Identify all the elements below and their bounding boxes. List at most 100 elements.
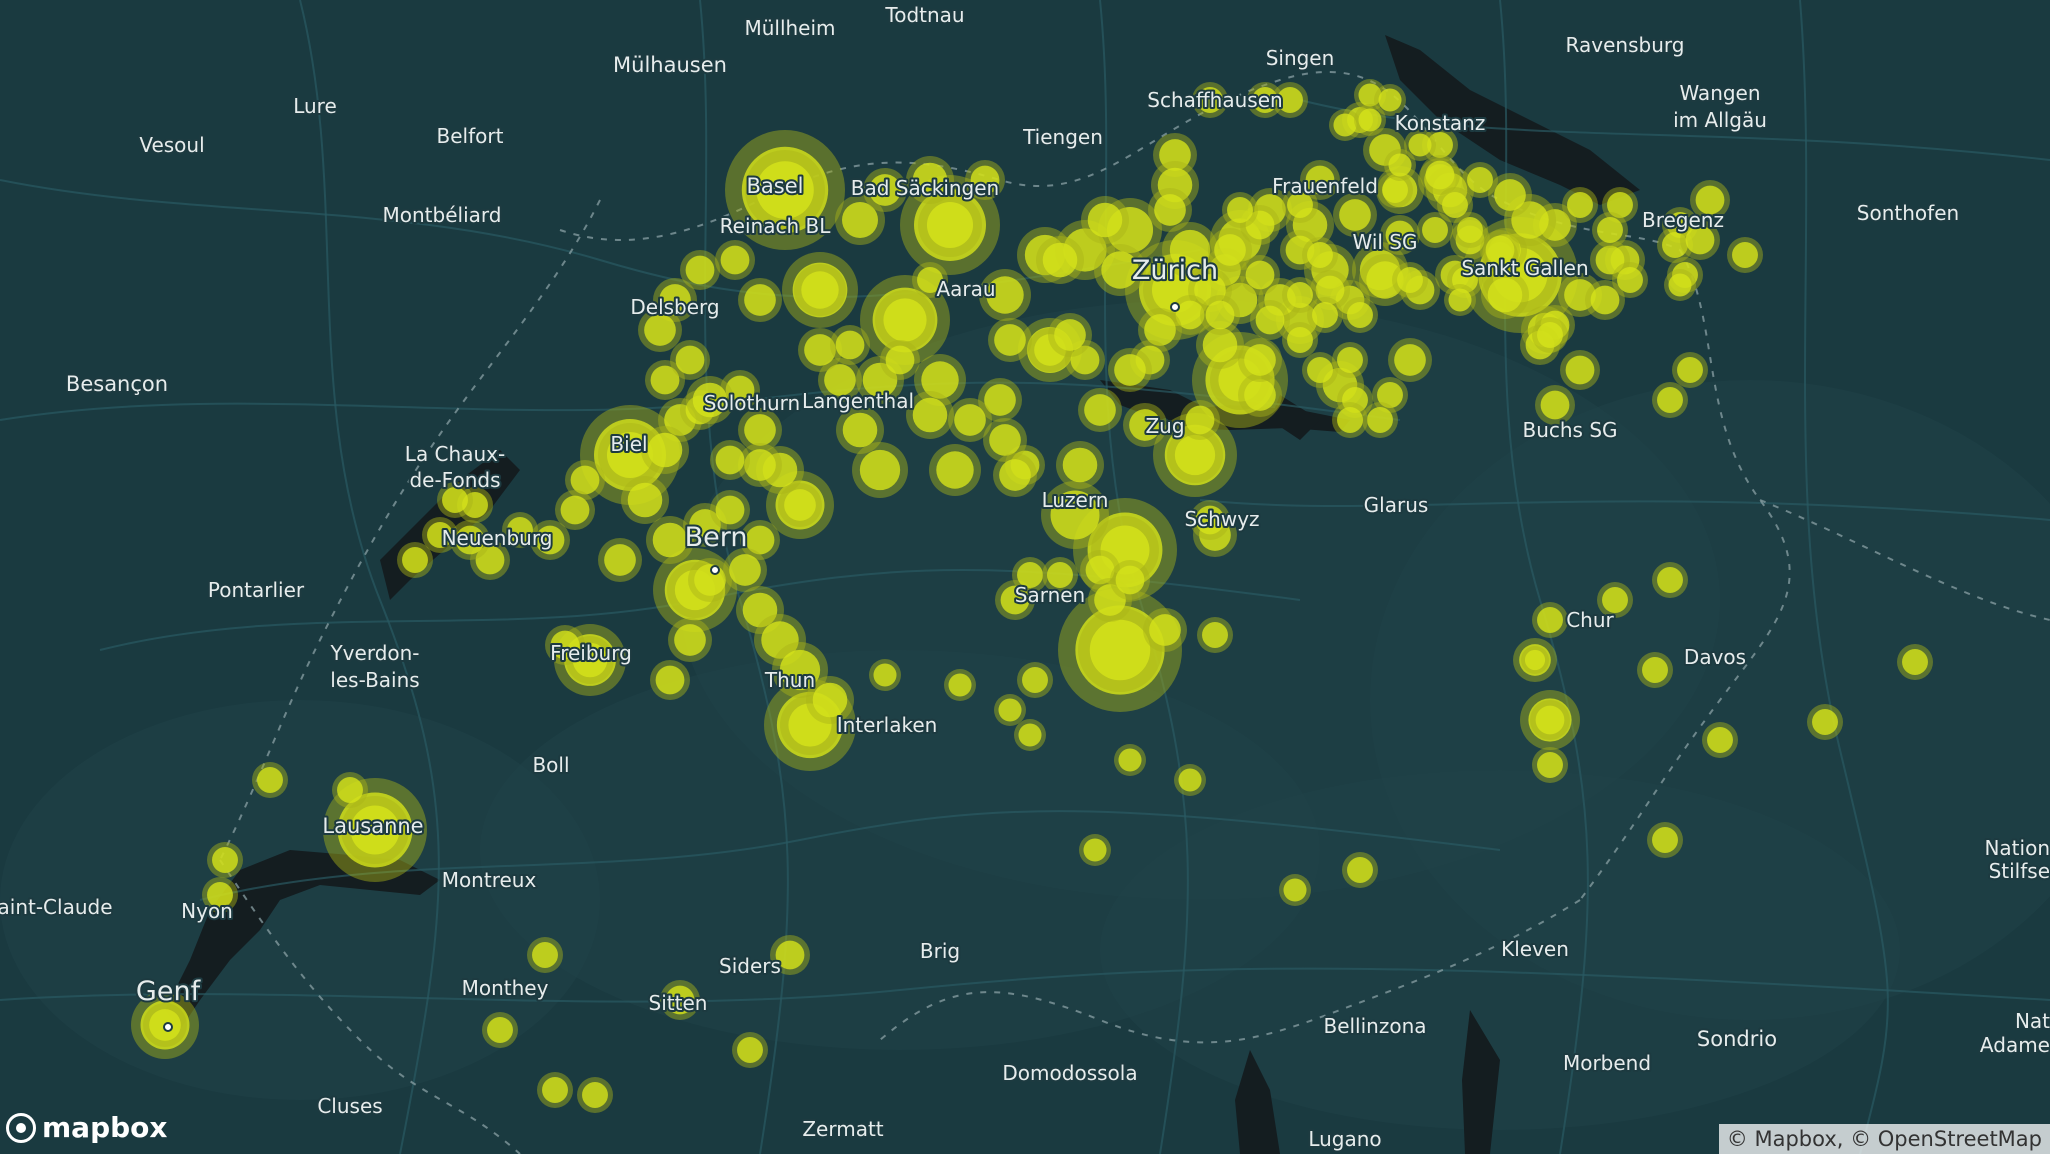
cluster-marker[interactable] bbox=[1532, 317, 1568, 353]
cluster-marker[interactable] bbox=[332, 772, 368, 808]
cluster-marker[interactable] bbox=[1302, 237, 1338, 273]
cluster-marker[interactable] bbox=[397, 542, 433, 578]
cluster-marker[interactable] bbox=[482, 1012, 518, 1048]
cluster-marker[interactable] bbox=[1180, 400, 1220, 440]
cluster-marker[interactable] bbox=[929, 444, 981, 496]
cluster-marker[interactable] bbox=[668, 618, 712, 662]
cluster-marker[interactable] bbox=[944, 669, 976, 701]
attribution[interactable]: © Mapbox, © OpenStreetMap bbox=[1718, 1124, 2050, 1154]
place-label: Belfort bbox=[437, 124, 504, 148]
place-label: Mülhausen bbox=[613, 53, 727, 77]
cluster-marker[interactable] bbox=[527, 937, 563, 973]
cluster-marker[interactable] bbox=[1652, 382, 1688, 418]
cluster-marker[interactable] bbox=[1444, 284, 1476, 316]
cluster-marker[interactable] bbox=[1637, 652, 1673, 688]
place-label: Yverdon- bbox=[329, 641, 419, 665]
cluster-marker[interactable] bbox=[1532, 747, 1568, 783]
place-label: Siders bbox=[719, 954, 781, 978]
cluster-marker[interactable] bbox=[1079, 834, 1111, 866]
cluster-marker[interactable] bbox=[1560, 350, 1600, 390]
cluster-marker[interactable] bbox=[1279, 874, 1311, 906]
place-label: Nyon bbox=[181, 899, 233, 923]
mapbox-logo[interactable]: mapbox bbox=[6, 1111, 167, 1144]
cluster-marker[interactable] bbox=[1048, 313, 1092, 357]
cluster-marker[interactable] bbox=[830, 325, 870, 365]
cluster-marker[interactable] bbox=[1238, 338, 1282, 382]
cluster-marker[interactable] bbox=[1702, 722, 1738, 758]
cluster-marker[interactable] bbox=[1036, 236, 1084, 284]
place-label: Glarus bbox=[1364, 493, 1429, 517]
cluster-marker[interactable] bbox=[1200, 295, 1240, 335]
cluster-marker[interactable] bbox=[1342, 852, 1378, 888]
cluster-marker[interactable] bbox=[836, 406, 884, 454]
map-container[interactable]: Mülhausen Müllheim Todtnau Singen Ravensburg… bbox=[0, 0, 2050, 1154]
cluster-marker[interactable] bbox=[1110, 560, 1150, 600]
cluster-marker[interactable] bbox=[1056, 441, 1104, 489]
cluster-marker[interactable] bbox=[1807, 704, 1843, 740]
place-label: Basel bbox=[747, 174, 804, 198]
cluster-marker[interactable] bbox=[1612, 262, 1648, 298]
cluster-marker[interactable] bbox=[1562, 187, 1598, 223]
cluster-marker[interactable] bbox=[1014, 719, 1046, 751]
cluster-marker[interactable] bbox=[1652, 562, 1688, 598]
cluster-marker[interactable] bbox=[1148, 188, 1192, 232]
place-label: Wil SG bbox=[1353, 230, 1418, 254]
cluster-marker[interactable] bbox=[1532, 602, 1568, 638]
cluster-marker[interactable] bbox=[1081, 196, 1129, 244]
cluster-marker[interactable] bbox=[1078, 388, 1122, 432]
cluster-marker[interactable] bbox=[1282, 322, 1318, 358]
cluster-marker[interactable] bbox=[1521, 646, 1549, 674]
cluster-marker[interactable] bbox=[1197, 617, 1233, 653]
place-label: Morbend bbox=[1563, 1051, 1651, 1075]
cluster-marker[interactable] bbox=[1174, 764, 1206, 796]
cluster-marker[interactable] bbox=[650, 660, 690, 700]
place-label: Schwyz bbox=[1184, 507, 1259, 531]
cluster-marker[interactable] bbox=[621, 476, 669, 524]
cluster-marker[interactable] bbox=[1017, 662, 1053, 698]
cluster-marker[interactable] bbox=[537, 1072, 573, 1108]
cluster-marker[interactable] bbox=[738, 278, 782, 322]
cluster-marker[interactable] bbox=[1114, 744, 1146, 776]
cluster-marker[interactable] bbox=[715, 240, 755, 280]
cluster-marker[interactable] bbox=[869, 659, 901, 691]
cluster-marker[interactable] bbox=[1388, 338, 1432, 382]
cluster-marker[interactable] bbox=[880, 340, 920, 380]
place-label: Zürich bbox=[1132, 255, 1218, 286]
cluster-marker[interactable] bbox=[670, 340, 710, 380]
cluster-marker[interactable] bbox=[1108, 348, 1152, 392]
cluster-marker[interactable] bbox=[1897, 644, 1933, 680]
cluster-marker[interactable] bbox=[598, 538, 642, 582]
cluster-marker[interactable] bbox=[988, 318, 1032, 362]
cluster-marker[interactable] bbox=[794, 264, 846, 316]
cluster-marker[interactable] bbox=[1302, 352, 1338, 388]
cluster-marker[interactable] bbox=[1222, 192, 1258, 228]
cluster-marker[interactable] bbox=[1672, 352, 1708, 388]
cluster-marker[interactable] bbox=[1647, 822, 1683, 858]
cluster-marker[interactable] bbox=[994, 694, 1026, 726]
cluster-marker[interactable] bbox=[1530, 700, 1570, 740]
cluster-marker[interactable] bbox=[710, 440, 750, 480]
cluster-marker[interactable] bbox=[723, 548, 767, 592]
cluster-marker[interactable] bbox=[1354, 104, 1386, 136]
map-canvas[interactable]: Mülhausen Müllheim Todtnau Singen Ravensburg… bbox=[0, 0, 2050, 1154]
cluster-marker[interactable] bbox=[1727, 237, 1763, 273]
cluster-marker[interactable] bbox=[641, 426, 689, 474]
place-label: Frauenfeld bbox=[1272, 174, 1378, 198]
city-dot bbox=[163, 1022, 173, 1032]
cluster-marker[interactable] bbox=[1420, 155, 1460, 195]
cluster-marker[interactable] bbox=[1240, 255, 1280, 295]
place-label: Freiburg bbox=[550, 641, 632, 665]
cluster-marker[interactable] bbox=[993, 453, 1037, 497]
cluster-marker[interactable] bbox=[1592, 212, 1628, 248]
cluster-marker[interactable] bbox=[1664, 269, 1696, 301]
cluster-marker[interactable] bbox=[252, 762, 288, 798]
cluster-marker[interactable] bbox=[1392, 262, 1428, 298]
cluster-marker[interactable] bbox=[1417, 212, 1453, 248]
city-dot bbox=[1170, 302, 1180, 312]
cluster-marker[interactable] bbox=[1342, 297, 1378, 333]
cluster-marker[interactable] bbox=[1143, 608, 1187, 652]
cluster-marker[interactable] bbox=[577, 1077, 613, 1113]
cluster-marker[interactable] bbox=[207, 842, 243, 878]
cluster-marker[interactable] bbox=[732, 1032, 768, 1068]
cluster-marker[interactable] bbox=[1332, 402, 1368, 438]
